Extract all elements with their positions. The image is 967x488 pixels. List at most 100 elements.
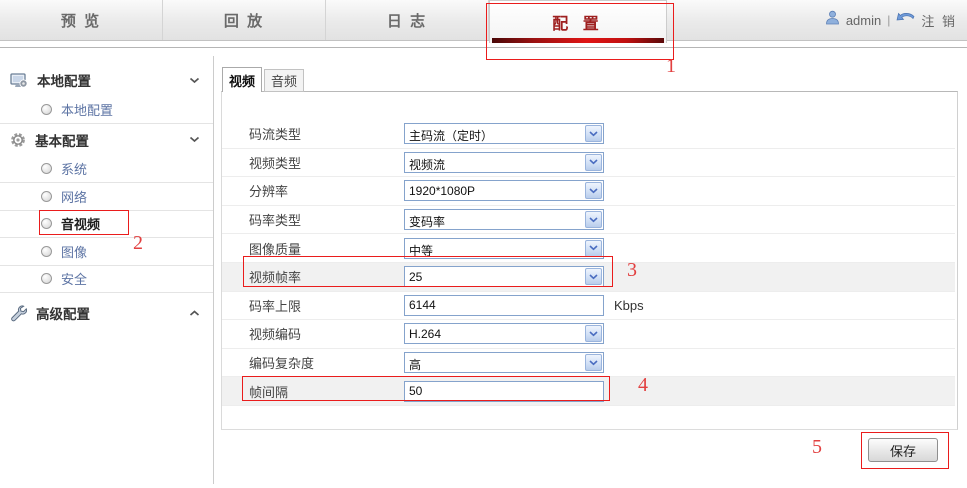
annotation-number-1: 1 [666, 55, 676, 78]
dropdown-select[interactable]: 高 [404, 352, 604, 373]
selected-value: 视频流 [409, 156, 445, 173]
sidebar-divider [213, 56, 214, 484]
sidebar-group-header[interactable]: 高级配置 [0, 297, 213, 329]
username: admin [846, 13, 881, 28]
unit-label: Kbps [614, 298, 644, 313]
save-button[interactable]: 保存 [868, 438, 938, 462]
field-label: 码流类型 [249, 124, 404, 143]
sidebar-item[interactable]: 安全 [0, 266, 213, 294]
text-input[interactable] [404, 295, 604, 316]
sidebar-group: 本地配置 本地配置 [0, 64, 213, 124]
ip-camera-config-page: 预 览 回 放 日 志 配 置 admin | 注 销 [0, 0, 967, 488]
nav-item-label: 日 志 [387, 10, 427, 31]
bullet-icon [41, 246, 52, 257]
bullet-icon [41, 191, 52, 202]
sidebar-group-items: 系统 网络 音视频 图像 安全 [0, 156, 213, 294]
dropdown-arrow-icon[interactable] [585, 325, 602, 342]
dropdown-select[interactable]: 中等 [404, 238, 604, 259]
form-row: 码流类型 主码流（定时） [222, 120, 955, 149]
bullet-icon [41, 104, 52, 115]
dropdown-arrow-icon[interactable] [585, 240, 602, 257]
sidebar-item[interactable]: 本地配置 [0, 96, 213, 124]
selected-value: 中等 [409, 242, 433, 259]
dropdown-arrow-icon[interactable] [585, 354, 602, 371]
form-row: 视频编码 H.264 [222, 320, 955, 349]
dropdown-select[interactable]: H.264 [404, 323, 604, 344]
field-label: 码率类型 [249, 210, 404, 229]
sidebar-group: 基本配置 系统 网络 音视频 图像 安全 [0, 124, 213, 294]
field-label: 帧间隔 [249, 382, 404, 401]
sidebar-group-label: 本地配置 [37, 70, 91, 90]
sidebar: 本地配置 本地配置 [0, 48, 213, 329]
sidebar-group-header[interactable]: 本地配置 [0, 64, 213, 96]
sidebar-group-items: 本地配置 [0, 96, 213, 124]
header-divider [0, 41, 967, 48]
dropdown-select[interactable]: 1920*1080P [404, 180, 604, 201]
selected-value: 高 [409, 356, 421, 373]
sidebar-item[interactable]: 网络 [0, 183, 213, 211]
nav-item-4[interactable]: 配 置 [489, 0, 667, 43]
form-row: 视频类型 视频流 [222, 149, 955, 178]
form-row: 编码复杂度 高 [222, 349, 955, 378]
logout-arrow-icon[interactable] [896, 11, 915, 29]
account-area: admin | 注 销 [819, 0, 957, 40]
selected-value: 主码流（定时） [409, 127, 493, 144]
field-label: 视频编码 [249, 324, 404, 343]
dropdown-select[interactable]: 变码率 [404, 209, 604, 230]
sidebar-group-header[interactable]: 基本配置 [0, 124, 213, 156]
form-row: 帧间隔 [222, 377, 955, 406]
field-label: 视频帧率 [249, 267, 404, 286]
field-label: 码率上限 [249, 296, 404, 315]
chevron-icon [189, 136, 200, 143]
chevron-icon [189, 310, 200, 317]
sidebar-item-label: 音视频 [61, 214, 100, 233]
logout-link[interactable]: 注 销 [921, 11, 957, 30]
bullet-icon [41, 218, 52, 229]
nav-item-label: 配 置 [552, 10, 603, 34]
active-tab-underline [492, 38, 664, 43]
sidebar-item-label: 网络 [61, 187, 87, 206]
form-row: 码率上限 Kbps [222, 292, 955, 321]
nav-item-3[interactable]: 日 志 [326, 0, 489, 40]
sidebar-item-label: 系统 [61, 159, 87, 178]
wrench-icon [10, 305, 27, 322]
field-label: 分辨率 [249, 181, 404, 200]
sidebar-item[interactable]: 系统 [0, 156, 213, 184]
dropdown-select[interactable]: 主码流（定时） [404, 123, 604, 144]
form-row: 分辨率 1920*1080P [222, 177, 955, 206]
dropdown-arrow-icon[interactable] [585, 154, 602, 171]
field-label: 图像质量 [249, 239, 404, 258]
dropdown-arrow-icon[interactable] [585, 182, 602, 199]
dropdown-arrow-icon[interactable] [585, 125, 602, 142]
bullet-icon [41, 273, 52, 284]
tab-video-label: 视频 [229, 71, 255, 90]
gear-icon [10, 132, 26, 148]
form-row: 图像质量 中等 [222, 234, 955, 263]
selected-value: 变码率 [409, 213, 445, 230]
video-settings-panel: 码流类型 主码流（定时） 视频类型 视频流 分辨率 1920*1080P [221, 91, 958, 430]
selected-value: 25 [409, 270, 422, 284]
sidebar-item[interactable]: 音视频 [0, 211, 213, 239]
nav-item-1[interactable]: 预 览 [0, 0, 163, 40]
sidebar-group: 高级配置 [0, 297, 213, 329]
monitor-gear-icon [10, 73, 28, 88]
dropdown-select[interactable]: 25 [404, 266, 604, 287]
dropdown-arrow-icon[interactable] [585, 268, 602, 285]
user-icon [825, 10, 840, 30]
sidebar-item-label: 图像 [61, 242, 87, 261]
tab-audio[interactable]: 音频 [264, 69, 304, 92]
selected-value: 1920*1080P [409, 184, 475, 198]
nav-item-label: 回 放 [224, 10, 264, 31]
text-input[interactable] [404, 381, 604, 402]
tab-audio-label: 音频 [271, 71, 297, 90]
tab-video[interactable]: 视频 [222, 67, 262, 92]
nav-item-2[interactable]: 回 放 [163, 0, 326, 40]
dropdown-select[interactable]: 视频流 [404, 152, 604, 173]
sidebar-item[interactable]: 图像 [0, 238, 213, 266]
field-label: 视频类型 [249, 153, 404, 172]
field-label: 编码复杂度 [249, 353, 404, 372]
sidebar-group-label: 高级配置 [36, 303, 90, 323]
nav-item-label: 预 览 [61, 10, 101, 31]
chevron-icon [189, 77, 200, 84]
dropdown-arrow-icon[interactable] [585, 211, 602, 228]
